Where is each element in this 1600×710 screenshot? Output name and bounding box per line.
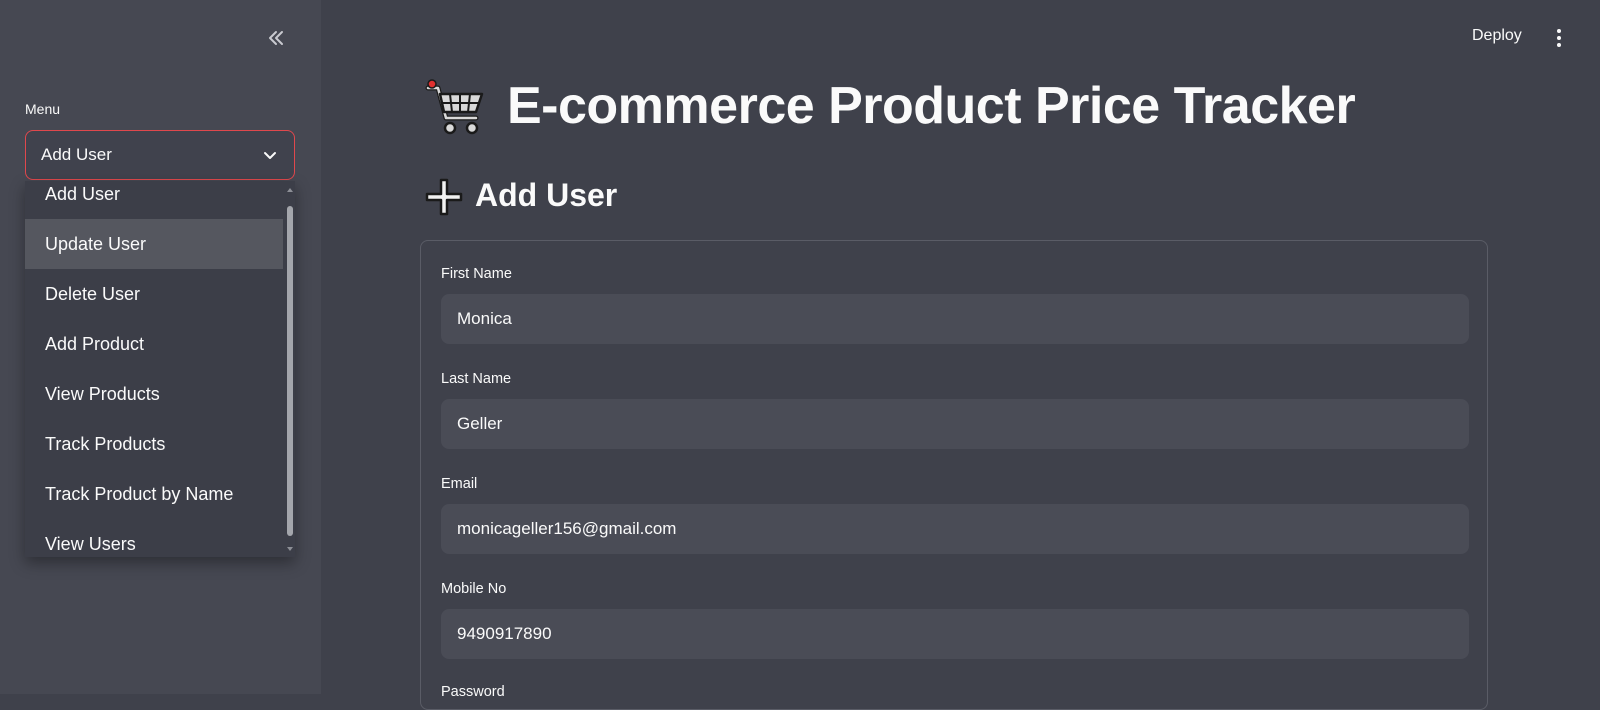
email-input[interactable]: monicageller156@gmail.com [441, 504, 1469, 554]
email-label: Email [441, 476, 478, 492]
dropdown-item-add-user[interactable]: Add User [25, 181, 283, 219]
dropdown-item-delete-user[interactable]: Delete User [25, 269, 283, 319]
dropdown-item-track-products[interactable]: Track Products [25, 419, 283, 469]
shopping-cart-icon [425, 79, 484, 135]
collapse-sidebar-button[interactable] [262, 24, 290, 52]
last-name-input[interactable]: Geller [441, 399, 1469, 449]
sidebar: Menu Add User Add User Update User Delet… [0, 0, 321, 694]
mobile-no-label: Mobile No [441, 581, 507, 597]
menu-dropdown-list: Add User Update User Delete User Add Pro… [25, 181, 295, 557]
menu-select[interactable]: Add User [25, 130, 295, 180]
scroll-down-arrow-icon[interactable] [287, 547, 293, 551]
kebab-menu-icon[interactable] [1548, 26, 1570, 50]
add-user-form: First Name Monica Last Name Geller Email… [420, 240, 1488, 710]
mobile-no-input[interactable]: 9490917890 [441, 609, 1469, 659]
last-name-label: Last Name [441, 371, 512, 387]
dropdown-item-add-product[interactable]: Add Product [25, 319, 283, 369]
kebab-dot [1557, 29, 1561, 33]
page-title: E-commerce Product Price Tracker [507, 77, 1356, 135]
chevron-down-icon [264, 152, 276, 159]
kebab-dot [1557, 36, 1561, 40]
scroll-up-arrow-icon[interactable] [287, 188, 293, 192]
dropdown-item-track-product-by-name[interactable]: Track Product by Name [25, 469, 283, 519]
dropdown-item-update-user[interactable]: Update User [25, 219, 283, 269]
dropdown-item-view-users[interactable]: View Users [25, 519, 283, 557]
kebab-dot [1557, 43, 1561, 47]
password-label: Password [441, 684, 505, 700]
deploy-button[interactable]: Deploy [1472, 27, 1522, 45]
scrollbar-thumb[interactable] [287, 206, 293, 536]
section-title: Add User [475, 177, 618, 213]
menu-select-value: Add User [41, 145, 112, 164]
double-chevron-left-icon [269, 31, 283, 45]
dropdown-scrollbar[interactable] [285, 181, 295, 557]
first-name-label: First Name [441, 266, 512, 282]
first-name-input[interactable]: Monica [441, 294, 1469, 344]
plus-icon [425, 178, 463, 216]
menu-label: Menu [25, 101, 61, 117]
dropdown-item-view-products[interactable]: View Products [25, 369, 283, 419]
